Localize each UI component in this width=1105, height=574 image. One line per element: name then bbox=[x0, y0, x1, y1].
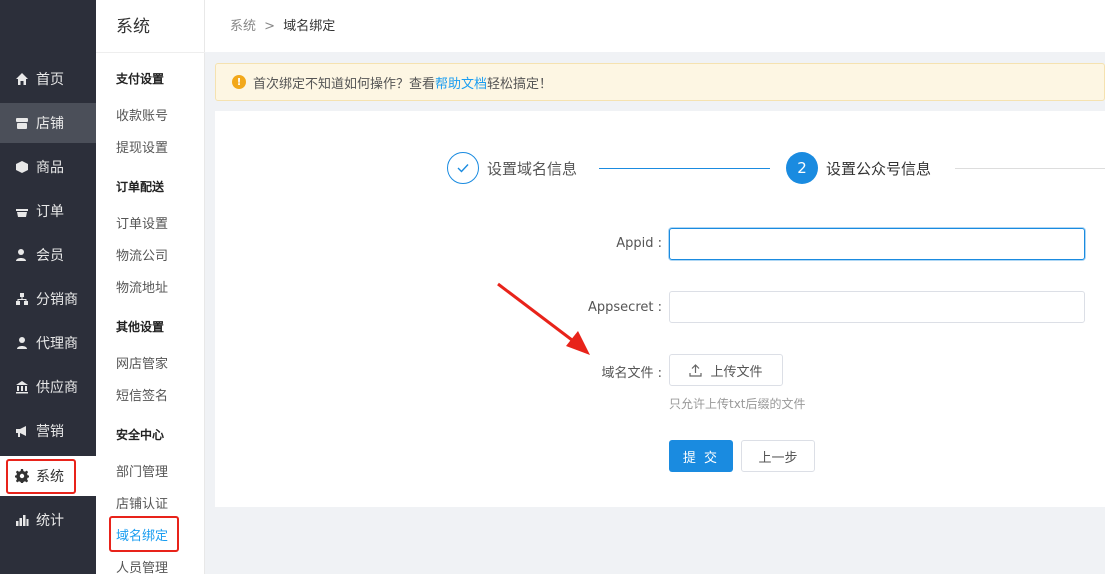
upload-file-button[interactable]: 上传文件 bbox=[669, 354, 783, 386]
breadcrumb-parent[interactable]: 系统 bbox=[230, 19, 256, 34]
breadcrumb: 系统 > 域名绑定 bbox=[230, 15, 335, 34]
nav-item-label: 代理商 bbox=[36, 336, 78, 352]
home-icon bbox=[14, 71, 30, 87]
nav-item-label: 会员 bbox=[36, 248, 64, 264]
nav-item-label: 店铺 bbox=[36, 116, 64, 132]
upload-icon bbox=[689, 363, 703, 377]
secondary-menu: 系统 支付设置 收款账号 提现设置 订单配送 订单设置 物流公司 物流地址 其他… bbox=[96, 0, 205, 574]
step-1-check-icon bbox=[447, 152, 479, 184]
submenu-item-staff[interactable]: 人员管理 bbox=[116, 557, 168, 574]
nav-item-label: 系统 bbox=[36, 469, 64, 485]
submenu-item-withdraw-settings[interactable]: 提现设置 bbox=[116, 137, 168, 156]
nav-item-orders[interactable]: 订单 bbox=[0, 191, 96, 231]
nav-item-agents[interactable]: 代理商 bbox=[0, 323, 96, 363]
submenu-item-store-verify[interactable]: 店铺认证 bbox=[116, 493, 168, 512]
nav-item-system[interactable]: 系统 bbox=[0, 456, 96, 496]
appid-input[interactable] bbox=[669, 228, 1085, 260]
nav-item-label: 订单 bbox=[36, 204, 64, 220]
submenu-item-logistics-address[interactable]: 物流地址 bbox=[116, 277, 168, 296]
divider bbox=[96, 52, 205, 53]
help-docs-link[interactable]: 帮助文档 bbox=[435, 73, 487, 92]
domain-file-label: 域名文件 : bbox=[601, 366, 662, 381]
submenu-group-title: 安全中心 bbox=[116, 428, 165, 442]
nav-item-goods[interactable]: 商品 bbox=[0, 147, 96, 187]
main-nav: 首页 店铺 商品 订单 会员 分销商 代理商 供应商 营销 系统 统计 bbox=[0, 0, 96, 574]
nav-item-label: 营销 bbox=[36, 424, 64, 440]
basket-icon bbox=[14, 203, 30, 219]
nav-item-members[interactable]: 会员 bbox=[0, 235, 96, 275]
submenu-group-title: 支付设置 bbox=[116, 72, 165, 86]
breadcrumb-current: 域名绑定 bbox=[283, 19, 336, 34]
submenu-item-sms-signature[interactable]: 短信签名 bbox=[116, 385, 168, 404]
appsecret-label: Appsecret : bbox=[588, 300, 662, 315]
nav-item-label: 首页 bbox=[36, 72, 64, 88]
agent-icon bbox=[14, 335, 30, 351]
nav-item-distributors[interactable]: 分销商 bbox=[0, 279, 96, 319]
submenu-item-shop-keeper[interactable]: 网店管家 bbox=[116, 353, 168, 372]
upload-button-label: 上传文件 bbox=[710, 364, 763, 380]
upload-hint: 只允许上传txt后缀的文件 bbox=[669, 397, 806, 411]
submenu-group-title: 其他设置 bbox=[116, 320, 165, 334]
submenu-item-domain-binding[interactable]: 域名绑定 bbox=[116, 525, 168, 544]
nav-item-home[interactable]: 首页 bbox=[0, 59, 96, 99]
submenu-item-logistics-company[interactable]: 物流公司 bbox=[116, 245, 168, 264]
submenu-item-payment-account[interactable]: 收款账号 bbox=[116, 105, 168, 124]
nav-item-label: 商品 bbox=[36, 160, 64, 176]
submenu-item-department[interactable]: 部门管理 bbox=[116, 461, 168, 480]
store-icon bbox=[14, 115, 30, 131]
box-icon bbox=[14, 159, 30, 175]
nav-item-label: 供应商 bbox=[36, 380, 78, 396]
submenu-title: 系统 bbox=[116, 17, 150, 37]
notice-text: 首次绑定不知道如何操作？查看 bbox=[253, 76, 436, 92]
step-2-label: 设置公众号信息 bbox=[826, 160, 932, 178]
user-icon bbox=[14, 247, 30, 263]
form-panel: 设置域名信息 2 设置公众号信息 Appid : Appsecret : 域名文… bbox=[215, 111, 1105, 507]
gear-icon bbox=[14, 468, 30, 484]
submit-button[interactable]: 提 交 bbox=[669, 440, 733, 472]
previous-step-button[interactable]: 上一步 bbox=[741, 440, 815, 472]
bar-chart-icon bbox=[14, 512, 30, 528]
bank-icon bbox=[14, 379, 30, 395]
nav-item-label: 分销商 bbox=[36, 292, 78, 308]
warning-icon: ! bbox=[232, 75, 246, 89]
breadcrumb-separator: > bbox=[264, 19, 276, 34]
step-2-number: 2 bbox=[786, 152, 818, 184]
submenu-group-title: 订单配送 bbox=[116, 180, 165, 194]
appid-label: Appid : bbox=[616, 236, 662, 251]
notice-text-end: 轻松搞定！ bbox=[487, 76, 553, 92]
appsecret-input[interactable] bbox=[669, 291, 1085, 323]
nav-item-label: 统计 bbox=[36, 513, 64, 529]
nav-item-marketing[interactable]: 营销 bbox=[0, 411, 96, 451]
nav-item-stats[interactable]: 统计 bbox=[0, 500, 96, 540]
megaphone-icon bbox=[14, 423, 30, 439]
sitemap-icon bbox=[14, 291, 30, 307]
nav-item-suppliers[interactable]: 供应商 bbox=[0, 367, 96, 407]
nav-item-store[interactable]: 店铺 bbox=[0, 103, 96, 143]
top-bar: 系统 > 域名绑定 bbox=[205, 0, 1105, 52]
step-1-label: 设置域名信息 bbox=[487, 160, 578, 178]
submenu-item-order-settings[interactable]: 订单设置 bbox=[116, 213, 168, 232]
step-connector bbox=[599, 168, 770, 169]
step-connector-next bbox=[955, 168, 1105, 169]
notice-banner: ! 首次绑定不知道如何操作？查看 帮助文档 轻松搞定！ bbox=[215, 63, 1105, 101]
